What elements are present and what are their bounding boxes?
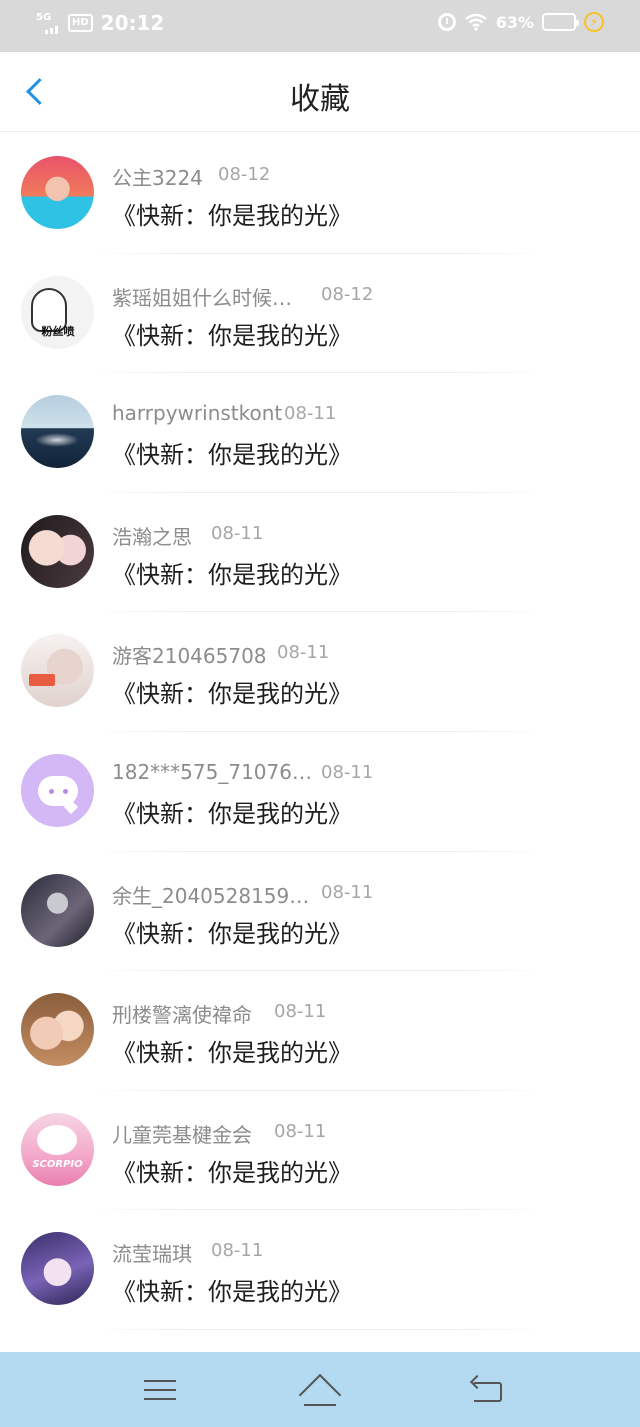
book-title: 《快新：你是我的光》 bbox=[112, 1158, 352, 1187]
back-icon[interactable] bbox=[469, 1374, 504, 1404]
user-name: 儿童莞基楗金会 bbox=[112, 1122, 252, 1147]
chat-bubble-icon bbox=[38, 775, 78, 806]
book-title: 《快新：你是我的光》 bbox=[112, 441, 352, 470]
avatar[interactable] bbox=[21, 993, 94, 1067]
avatar[interactable] bbox=[21, 1232, 94, 1306]
user-name: 紫瑶姐姐什么时候… bbox=[112, 285, 292, 310]
home-icon[interactable] bbox=[298, 1373, 342, 1417]
avatar[interactable] bbox=[21, 514, 94, 588]
list-item[interactable]: 浩瀚之思 08-11 《快新：你是我的光》 bbox=[0, 493, 640, 613]
list-item[interactable]: 公主3224 08-12 《快新：你是我的光》 bbox=[0, 134, 640, 254]
avatar[interactable]: SCORPIO bbox=[21, 1112, 94, 1186]
battery-percent: 63% bbox=[495, 12, 534, 32]
item-date: 08-11 bbox=[274, 1001, 327, 1023]
book-title: 《快新：你是我的光》 bbox=[112, 560, 352, 589]
book-title: 《快新：你是我的光》 bbox=[112, 680, 352, 709]
list-item[interactable]: 182***575_71076… 08-11 《快新：你是我的光》 bbox=[0, 732, 640, 852]
avatar[interactable] bbox=[21, 634, 94, 708]
wifi-icon bbox=[464, 13, 487, 31]
item-date: 08-12 bbox=[218, 164, 271, 185]
avatar-caption: 粉丝喷 bbox=[41, 324, 75, 338]
user-name: 浩瀚之思 bbox=[112, 524, 192, 549]
list-item[interactable]: 刑楼警漓使禕命 08-11 《快新：你是我的光》 bbox=[0, 971, 640, 1091]
book-title: 《快新：你是我的光》 bbox=[112, 919, 352, 948]
item-date: 08-12 bbox=[321, 283, 374, 305]
list-item[interactable]: 流莹瑞琪 08-11 《快新：你是我的光》 bbox=[0, 1210, 640, 1330]
user-name: 公主3224 bbox=[112, 166, 203, 190]
item-date: 08-11 bbox=[211, 522, 264, 544]
status-bar: 5G HD 20:12 63% ⚡ bbox=[0, 0, 640, 52]
avatar[interactable] bbox=[21, 156, 94, 229]
list-item[interactable]: harrpywrinstkont 08-11 《快新：你是我的光》 bbox=[0, 373, 640, 493]
favorites-list: 公主3224 08-12 《快新：你是我的光》 粉丝喷 紫瑶姐姐什么时候… 08… bbox=[0, 134, 640, 1330]
avatar[interactable] bbox=[21, 873, 94, 947]
list-item[interactable]: 粉丝喷 紫瑶姐姐什么时候… 08-12 《快新：你是我的光》 bbox=[0, 254, 640, 374]
book-title: 《快新：你是我的光》 bbox=[112, 202, 352, 230]
network-type: 5G bbox=[36, 12, 52, 23]
header: 收藏 bbox=[0, 52, 640, 132]
item-date: 08-11 bbox=[284, 403, 337, 425]
clock: 20:12 bbox=[100, 11, 165, 35]
user-name: 182***575_71076… bbox=[112, 759, 312, 784]
user-name: harrpywrinstkont bbox=[112, 401, 283, 426]
book-title: 《快新：你是我的光》 bbox=[112, 1039, 352, 1068]
cartoon-figure bbox=[37, 1124, 77, 1155]
avatar[interactable]: 粉丝喷 bbox=[21, 275, 94, 349]
battery-icon bbox=[542, 13, 579, 31]
list-item[interactable]: SCORPIO 儿童莞基楗金会 08-11 《快新：你是我的光》 bbox=[0, 1091, 640, 1211]
system-nav-bar bbox=[0, 1352, 640, 1427]
list-item[interactable]: 余生_2040528159… 08-11 《快新：你是我的光》 bbox=[0, 852, 640, 972]
hd-badge: HD bbox=[68, 14, 93, 32]
avatar[interactable] bbox=[21, 753, 94, 827]
avatar-caption: SCORPIO bbox=[32, 1158, 83, 1170]
alarm-icon bbox=[437, 13, 456, 31]
book-title: 《快新：你是我的光》 bbox=[112, 321, 352, 350]
book-title: 《快新：你是我的光》 bbox=[112, 1278, 352, 1307]
book-title: 《快新：你是我的光》 bbox=[112, 799, 352, 828]
charging-icon: ⚡ bbox=[584, 12, 604, 32]
user-name: 流莹瑞琪 bbox=[112, 1242, 192, 1267]
item-date: 08-11 bbox=[211, 1240, 264, 1262]
favorites-screen: 5G HD 20:12 63% ⚡ 收藏 公主3224 08-12 《快新：你是… bbox=[0, 0, 640, 1427]
user-name: 游客210465708 bbox=[112, 644, 267, 669]
user-name: 余生_2040528159… bbox=[112, 883, 310, 908]
menu-icon[interactable] bbox=[144, 1376, 176, 1404]
list-item[interactable]: 游客210465708 08-11 《快新：你是我的光》 bbox=[0, 612, 640, 732]
item-date: 08-11 bbox=[321, 761, 374, 783]
item-date: 08-11 bbox=[277, 642, 330, 664]
signal-icon: 5G bbox=[36, 12, 60, 34]
item-date: 08-11 bbox=[321, 881, 374, 903]
user-name: 刑楼警漓使禕命 bbox=[112, 1003, 252, 1028]
page-title: 收藏 bbox=[290, 82, 350, 117]
avatar[interactable] bbox=[21, 395, 94, 469]
heart-tag bbox=[29, 674, 55, 687]
item-date: 08-11 bbox=[274, 1120, 327, 1142]
divider bbox=[95, 1328, 545, 1330]
